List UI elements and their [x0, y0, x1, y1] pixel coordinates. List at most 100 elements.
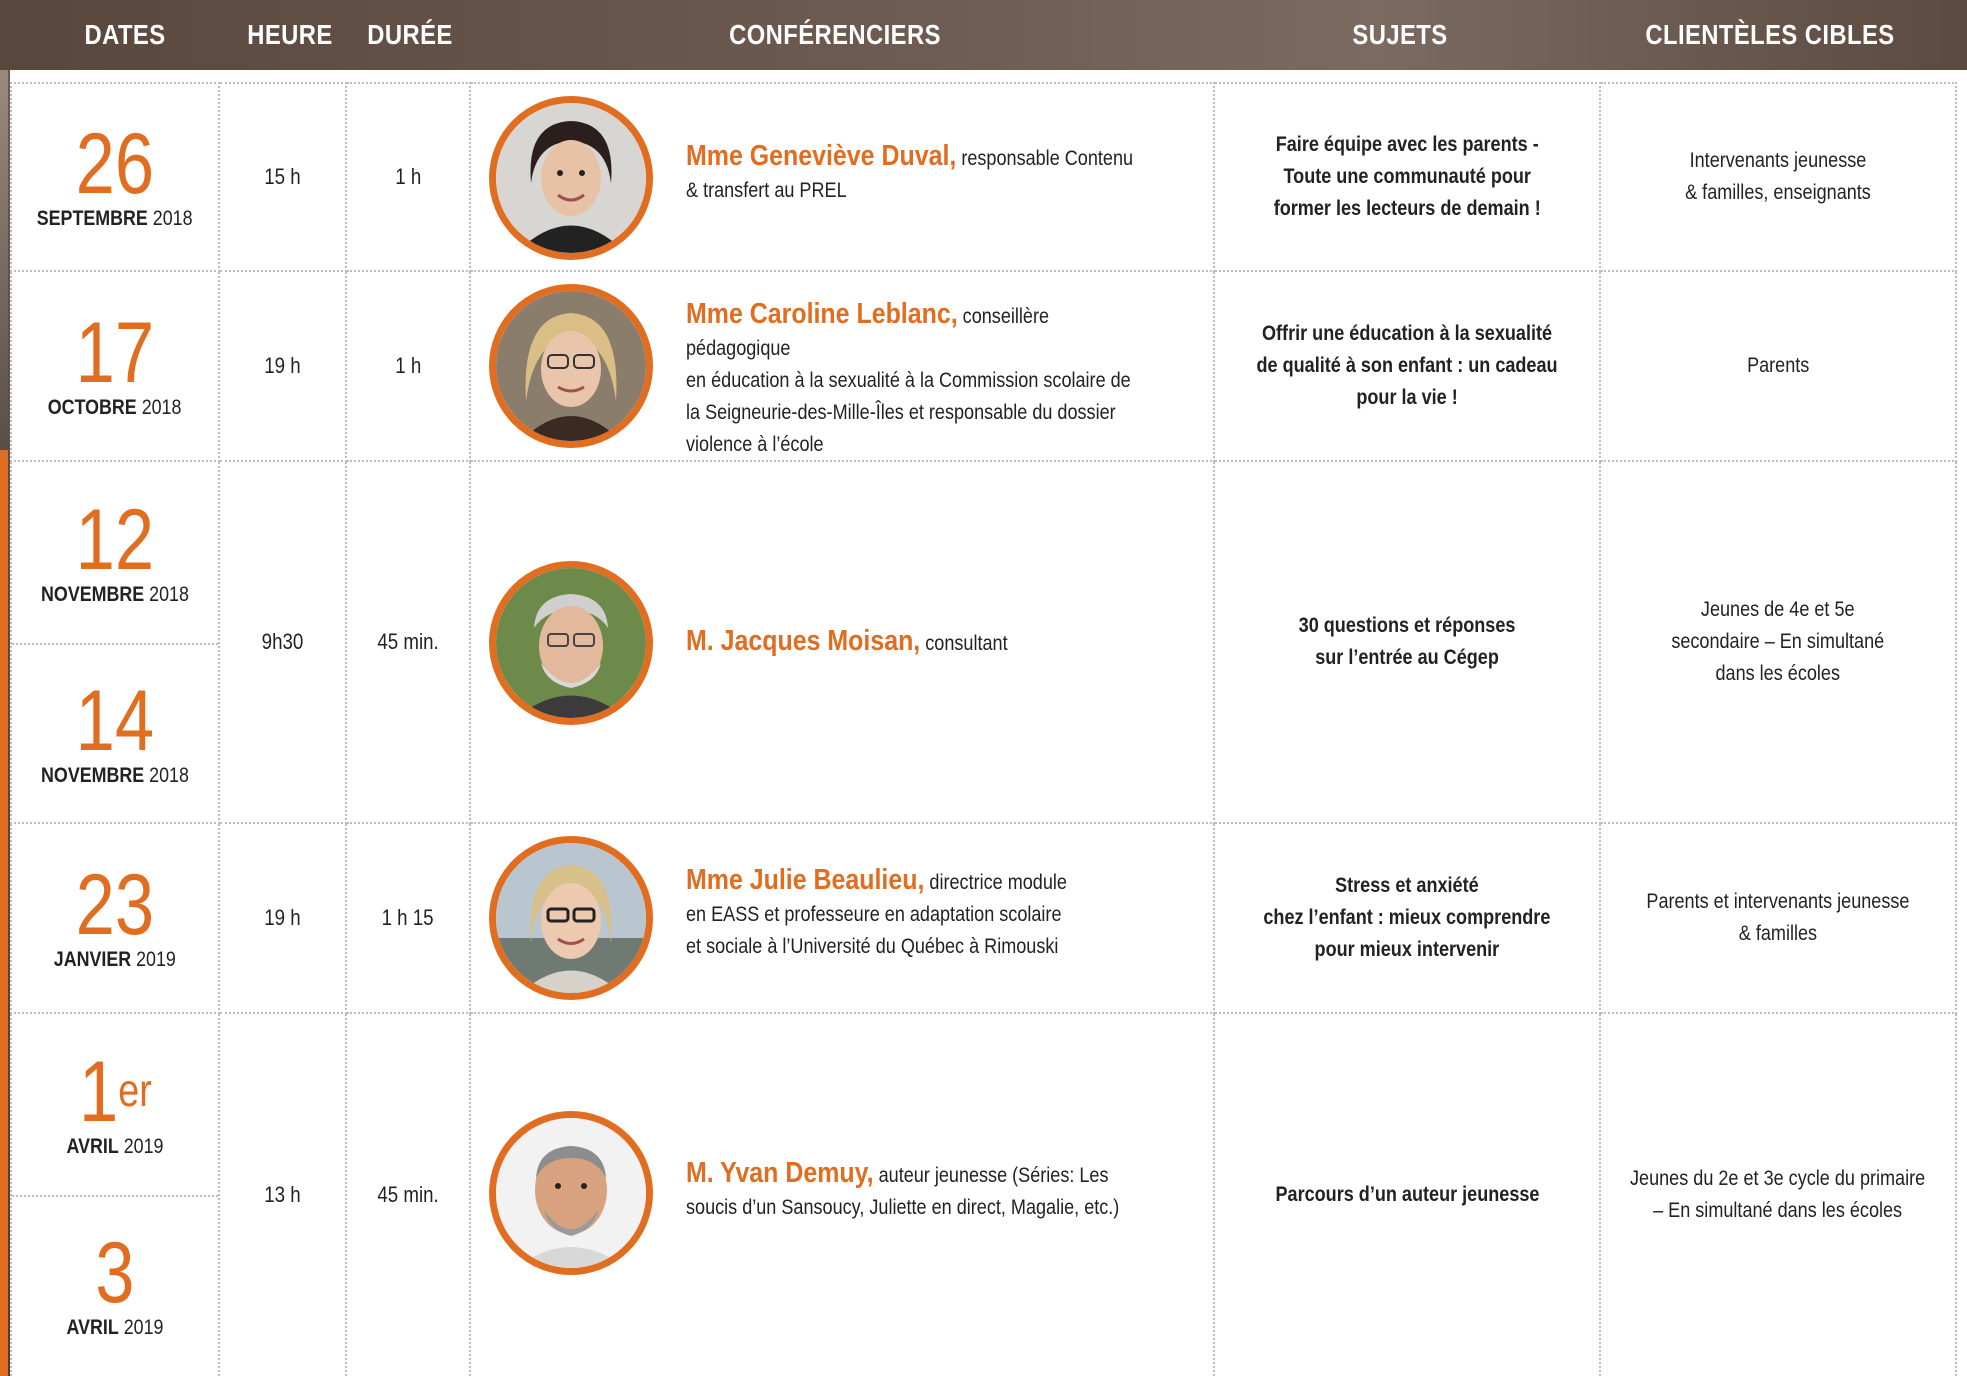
speaker-role-line: et sociale à l’Université du Québec à Ri…: [686, 935, 1059, 958]
background-strip: [0, 70, 8, 450]
time-cell: 19 h: [220, 272, 347, 462]
date-cell: 17 OCTOBRE 2018: [10, 272, 220, 462]
date-entry: 12 NOVEMBRE 2018: [12, 462, 218, 643]
time-value: 13 h: [264, 1182, 301, 1207]
speaker-text: Mme Caroline Leblanc, conseillère pédago…: [686, 298, 1150, 461]
date-day: 26: [75, 116, 155, 212]
speaker-name: Mme Caroline Leblanc,: [686, 298, 958, 330]
date-month-year: AVRIL 2019: [66, 1134, 164, 1158]
duration-value: 45 min.: [377, 629, 439, 654]
speaker-text: Mme Julie Beaulieu, directrice module en…: [686, 864, 1150, 963]
duration-value: 1 h: [394, 164, 422, 189]
speaker-text: Mme Geneviève Duval, responsable Contenu…: [686, 140, 1142, 207]
time-value: 15 h: [264, 164, 301, 189]
date-cell: 12 NOVEMBRE 2018 14 NOVEMBRE 2018: [10, 462, 220, 824]
speaker-photo: [489, 836, 653, 1000]
header-dates: DATES: [84, 19, 166, 50]
speaker-role-line: en éducation à la sexualité à la Commiss…: [686, 369, 1131, 392]
duration-value: 1 h: [394, 353, 422, 378]
subject-cell: Stress et anxiété chez l’enfant : mieux c…: [1215, 824, 1601, 1014]
target-cell: Jeunes du 2e et 3e cycle du primaire – En…: [1601, 1014, 1957, 1376]
speaker-cell: M. Yvan Demuy, auteur jeunesse (Séries: …: [471, 1014, 1215, 1376]
speaker-cell: Mme Caroline Leblanc, conseillère pédago…: [471, 272, 1215, 462]
speaker-name: Mme Geneviève Duval,: [686, 140, 957, 172]
speaker-role: auteur jeunesse (Séries: Les: [878, 1164, 1109, 1187]
speaker-role-line: soucis d’un Sansoucy, Juliette en direct…: [686, 1196, 1120, 1219]
speaker-role-line: & transfert au PREL: [686, 179, 847, 202]
date-month-year: NOVEMBRE 2018: [41, 763, 189, 787]
time-value: 19 h: [264, 353, 301, 378]
duration-cell: 1 h: [347, 272, 471, 462]
date-month-year: SEPTEMBRE 2018: [37, 207, 193, 230]
speaker-role: consultant: [925, 632, 1008, 655]
header-duree: DURÉE: [367, 19, 453, 50]
target-text: Parents: [1746, 354, 1810, 377]
time-cell: 15 h: [220, 82, 347, 272]
speaker-text: M. Yvan Demuy, auteur jeunesse (Séries: …: [686, 1157, 1150, 1224]
duration-cell: 45 min.: [347, 462, 471, 824]
time-cell: 13 h: [220, 1014, 347, 1376]
speaker-photo: [489, 284, 653, 448]
header-sujets: SUJETS: [1352, 19, 1448, 50]
speaker-role: directrice module: [929, 871, 1067, 894]
table-header: DATES HEURE DURÉE CONFÉRENCIERS SUJETS C…: [0, 0, 1967, 70]
subject-text: Parcours d’un auteur jeunesse: [1275, 1183, 1539, 1206]
date-cell: 26 SEPTEMBRE 2018: [10, 82, 220, 272]
date-day: 3: [95, 1224, 135, 1321]
duration-value: 1 h 15: [381, 905, 434, 930]
speaker-role-line: la Seigneurie-des-Mille-Îles et responsa…: [686, 401, 1116, 424]
target-cell: Parents: [1601, 272, 1957, 462]
speaker-text: M. Jacques Moisan, consultant: [686, 625, 1150, 660]
speaker-role-line: violence à l’école: [686, 433, 824, 456]
time-value: 9h30: [261, 629, 304, 654]
speaker-cell: Mme Julie Beaulieu, directrice module en…: [471, 824, 1215, 1014]
subject-cell: Faire équipe avec les parents - Toute une…: [1215, 82, 1601, 272]
date-entry: 1er AVRIL 2019: [12, 1014, 218, 1195]
subject-cell: 30 questions et réponses sur l’entrée au …: [1215, 462, 1601, 824]
target-cell: Parents et intervenants jeunesse & famill…: [1601, 824, 1957, 1014]
speaker-photo: [489, 1111, 653, 1275]
accent-bar: [0, 450, 8, 1376]
speaker-role: responsable Contenu: [961, 147, 1134, 170]
time-cell: 9h30: [220, 462, 347, 824]
date-entry: 3 AVRIL 2019: [12, 1195, 218, 1376]
date-month-year: AVRIL 2019: [66, 1315, 164, 1339]
duration-cell: 1 h 15: [347, 824, 471, 1014]
speaker-name: Mme Julie Beaulieu,: [686, 864, 925, 896]
subject-text: Faire équipe avec les parents - Toute une…: [1273, 133, 1541, 220]
header-heure: HEURE: [247, 19, 333, 50]
duration-cell: 45 min.: [347, 1014, 471, 1376]
speaker-cell: Mme Geneviève Duval, responsable Contenu…: [471, 82, 1215, 272]
speaker-name: M. Yvan Demuy,: [686, 1157, 874, 1189]
speaker-cell: M. Jacques Moisan, consultant: [471, 462, 1215, 824]
date-day: 1er: [78, 1043, 152, 1140]
date-day: 17: [75, 305, 155, 401]
date-entry: 14 NOVEMBRE 2018: [12, 643, 218, 824]
speaker-photo: [489, 561, 653, 725]
time-cell: 19 h: [220, 824, 347, 1014]
speaker-photo: [489, 96, 653, 260]
target-text: Jeunes de 4e et 5e secondaire – En simult…: [1671, 598, 1885, 685]
date-day: 23: [75, 857, 155, 953]
subject-text: 30 questions et réponses sur l’entrée au …: [1298, 614, 1516, 669]
duration-cell: 1 h: [347, 82, 471, 272]
target-cell: Jeunes de 4e et 5e secondaire – En simult…: [1601, 462, 1957, 824]
target-text: Intervenants jeunesse & familles, enseign…: [1685, 149, 1871, 204]
date-month-year: JANVIER 2019: [53, 948, 177, 971]
date-month-year: OCTOBRE 2018: [48, 396, 182, 419]
subject-text: Stress et anxiété chez l’enfant : mieux c…: [1263, 874, 1551, 961]
date-day: 12: [75, 491, 155, 588]
time-value: 19 h: [264, 905, 301, 930]
target-text: Parents et intervenants jeunesse & famill…: [1646, 890, 1910, 945]
subject-cell: Parcours d’un auteur jeunesse: [1215, 1014, 1601, 1376]
header-clienteles: CLIENTÈLES CIBLES: [1645, 19, 1895, 50]
duration-value: 45 min.: [377, 1182, 439, 1207]
subject-text: Offrir une éducation à la sexualité de qu…: [1256, 322, 1558, 409]
date-cell: 1er AVRIL 2019 3 AVRIL 2019: [10, 1014, 220, 1376]
date-month-year: NOVEMBRE 2018: [41, 582, 189, 606]
speaker-name: M. Jacques Moisan,: [686, 625, 921, 657]
date-day: 14: [75, 672, 155, 769]
speaker-role-line: en EASS et professeure en adaptation sco…: [686, 903, 1062, 926]
subject-cell: Offrir une éducation à la sexualité de qu…: [1215, 272, 1601, 462]
date-cell: 23 JANVIER 2019: [10, 824, 220, 1014]
